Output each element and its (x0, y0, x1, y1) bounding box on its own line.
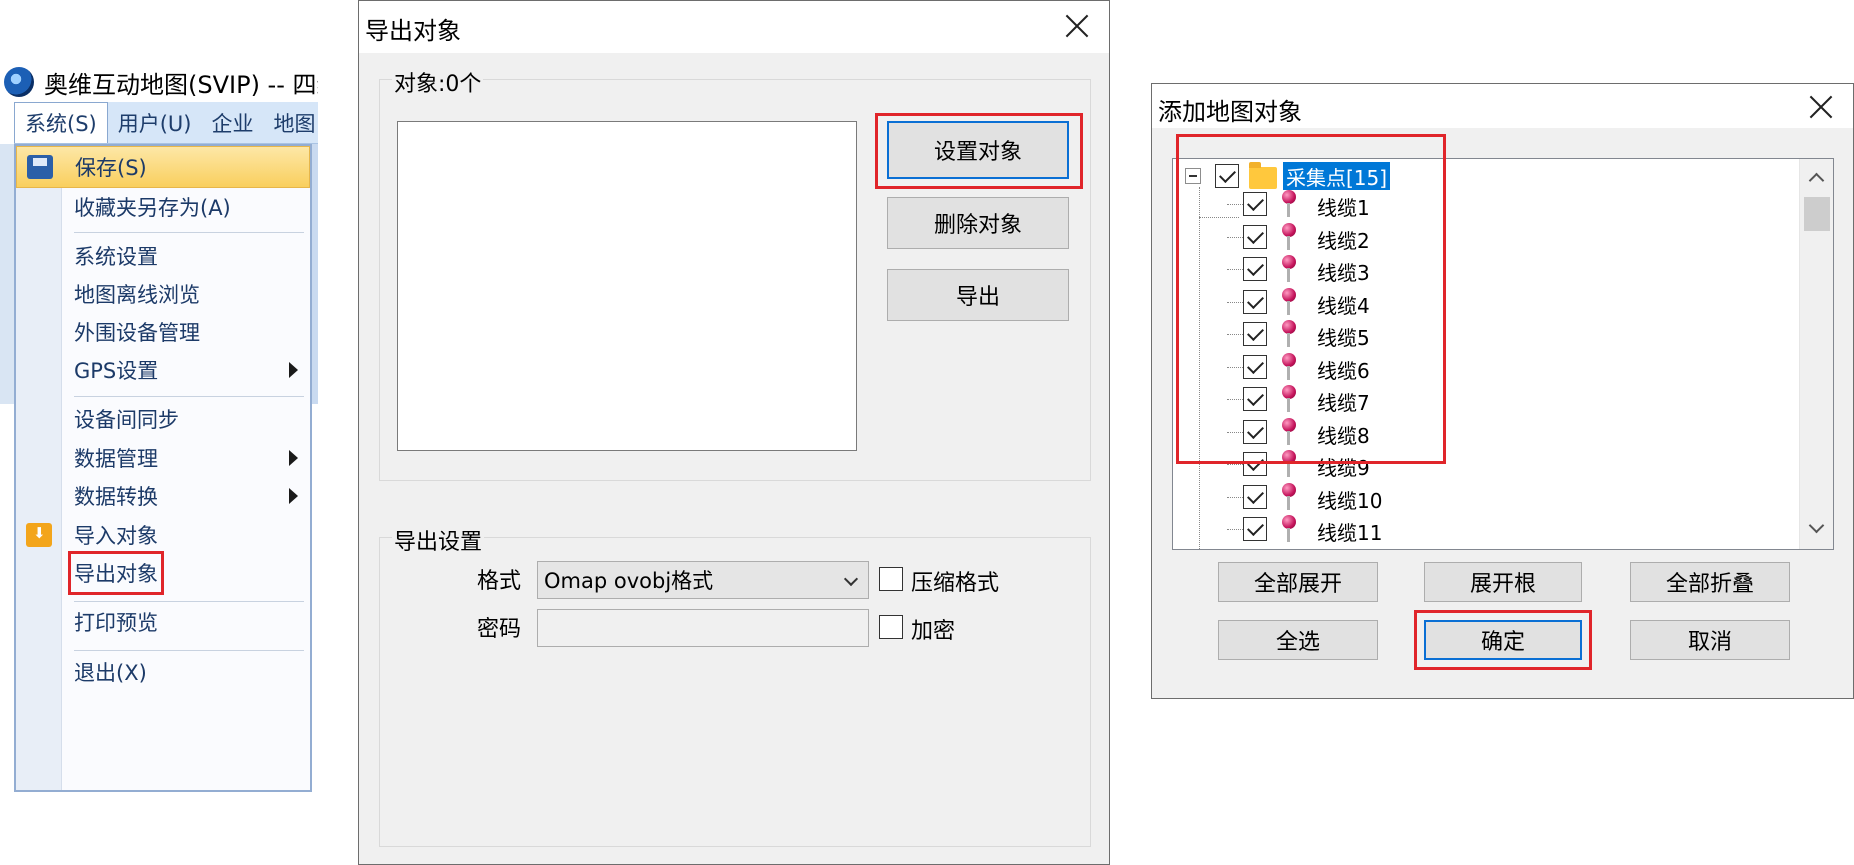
menu-item-data-management[interactable]: 数据管理 (16, 437, 310, 479)
menu-item-peripheral-devices[interactable]: 外围设备管理 (16, 311, 310, 353)
tree-item[interactable]: 线缆10 (1173, 482, 1573, 513)
menu-item-label: 打印预览 (74, 611, 158, 635)
export-objects-dialog: 导出对象 对象:0个 设置对象 删除对象 导出 导出设置 格式 Omap ovo… (358, 0, 1110, 865)
annotation-box-export-menu (68, 551, 164, 595)
close-icon[interactable] (1801, 88, 1841, 128)
delete-objects-button[interactable]: 删除对象 (887, 197, 1069, 249)
annotation-box-tree (1176, 134, 1446, 464)
menu-item-label: 退出(X) (74, 661, 147, 685)
menu-item-save[interactable]: 保存(S) (16, 146, 310, 188)
expand-all-button[interactable]: 全部展开 (1218, 562, 1378, 602)
collapse-all-button[interactable]: 全部折叠 (1630, 562, 1790, 602)
scroll-up-arrow-icon[interactable] (1808, 172, 1825, 189)
tree-item-label: 线缆11 (1317, 521, 1383, 545)
menu-item-label: 地图离线浏览 (74, 283, 200, 307)
menu-item-label: 导入对象 (74, 524, 158, 548)
map-pin-icon (1282, 515, 1296, 542)
scroll-thumb[interactable] (1804, 197, 1830, 231)
add-map-objects-dialog: 添加地图对象 采集点[15] 线缆1 线缆2 线缆3 线缆4 线缆5 线缆6 线缆7 线缆8 线… (1151, 83, 1854, 699)
app-logo-icon (4, 67, 34, 97)
objects-listbox[interactable] (397, 121, 857, 451)
chevron-down-icon (843, 571, 859, 587)
menu-item-label: 保存(S) (75, 156, 147, 180)
menu-separator (74, 396, 304, 397)
tree-connector-line (1227, 496, 1243, 498)
tree-connector-line (1227, 529, 1243, 530)
menu-item-label: 收藏夹另存为(A) (74, 196, 231, 220)
menu-item-gps-settings[interactable]: GPS设置 (16, 349, 310, 391)
menu-item-label: 外围设备管理 (74, 321, 200, 345)
menu-item-label: 数据转换 (74, 485, 158, 509)
format-label: 格式 (477, 569, 522, 594)
menu-item-system-settings[interactable]: 系统设置 (16, 235, 310, 277)
annotation-box-set-objects (875, 113, 1083, 189)
dialog-title: 导出对象 (365, 17, 461, 45)
menu-map[interactable]: 地图 (263, 102, 318, 143)
dialog-title: 添加地图对象 (1158, 98, 1302, 126)
submenu-arrow-icon (289, 488, 298, 504)
compress-checkbox[interactable] (879, 567, 903, 591)
submenu-arrow-icon (289, 362, 298, 378)
menu-item-exit[interactable]: 退出(X) (16, 651, 310, 693)
map-pin-icon (1282, 482, 1296, 510)
menu-item-label: 设备间同步 (74, 408, 179, 432)
menu-enterprise[interactable]: 企业 (201, 102, 263, 143)
app-title: 奥维互动地图(SVIP) -- 四维 (44, 70, 318, 99)
format-select[interactable]: Omap ovobj格式 (537, 561, 869, 599)
export-button[interactable]: 导出 (887, 269, 1069, 321)
menu-item-data-conversion[interactable]: 数据转换 (16, 475, 310, 517)
tree-item-checkbox[interactable] (1243, 484, 1267, 509)
menu-user[interactable]: 用户(U) (108, 102, 202, 143)
menu-item-offline-map[interactable]: 地图离线浏览 (16, 273, 310, 315)
expand-root-button[interactable]: 展开根 (1424, 562, 1582, 602)
menu-item-import-objects[interactable]: 导入对象 (16, 514, 310, 556)
tree-scrollbar[interactable] (1799, 159, 1833, 549)
menu-item-label: 系统设置 (74, 245, 158, 269)
encrypt-checkbox[interactable] (879, 615, 903, 639)
tree-item[interactable]: 线缆11 (1173, 514, 1573, 545)
export-settings-label: 导出设置 (392, 524, 485, 556)
compress-label: 压缩格式 (911, 571, 1000, 596)
tree-connector-line (1227, 464, 1243, 465)
cancel-button[interactable]: 取消 (1630, 620, 1790, 660)
annotation-box-ok (1414, 610, 1592, 670)
dialog-titlebar: 添加地图对象 (1152, 84, 1853, 128)
toolbar-background (0, 144, 14, 404)
tree-item-checkbox[interactable] (1243, 517, 1267, 541)
app-title-bar: 奥维互动地图(SVIP) -- 四维 (4, 64, 318, 100)
password-field[interactable] (537, 609, 869, 647)
menu-item-label: 数据管理 (74, 447, 158, 471)
objects-count-label: 对象:0个 (392, 66, 484, 98)
menu-item-print-preview[interactable]: 打印预览 (16, 601, 310, 643)
scroll-down-arrow-icon[interactable] (1808, 517, 1825, 534)
menu-item-save-favorites-as[interactable]: 收藏夹另存为(A) (16, 186, 310, 228)
menu-item-label: GPS设置 (74, 359, 159, 383)
format-select-value: Omap ovobj格式 (544, 569, 714, 593)
password-label: 密码 (477, 617, 522, 642)
menu-separator (74, 232, 304, 233)
close-icon[interactable] (1057, 7, 1097, 47)
app-window-menu-panel: 奥维互动地图(SVIP) -- 四维 系统(S) 用户(U) 企业 地图 保存(… (0, 54, 318, 796)
select-all-button[interactable]: 全选 (1218, 620, 1378, 660)
encrypt-label: 加密 (911, 619, 956, 644)
import-icon (26, 523, 52, 547)
dialog-titlebar: 导出对象 (359, 1, 1109, 53)
menu-system[interactable]: 系统(S) (14, 102, 108, 143)
tree-item-label: 线缆10 (1317, 488, 1383, 513)
menu-item-device-sync[interactable]: 设备间同步 (16, 398, 310, 440)
submenu-arrow-icon (289, 450, 298, 466)
system-menu-dropdown: 保存(S) 收藏夹另存为(A) 系统设置 地图离线浏览 外围设备管理 GPS设置… (14, 144, 312, 792)
menu-bar: 系统(S) 用户(U) 企业 地图 (14, 102, 318, 144)
save-icon (27, 155, 53, 179)
